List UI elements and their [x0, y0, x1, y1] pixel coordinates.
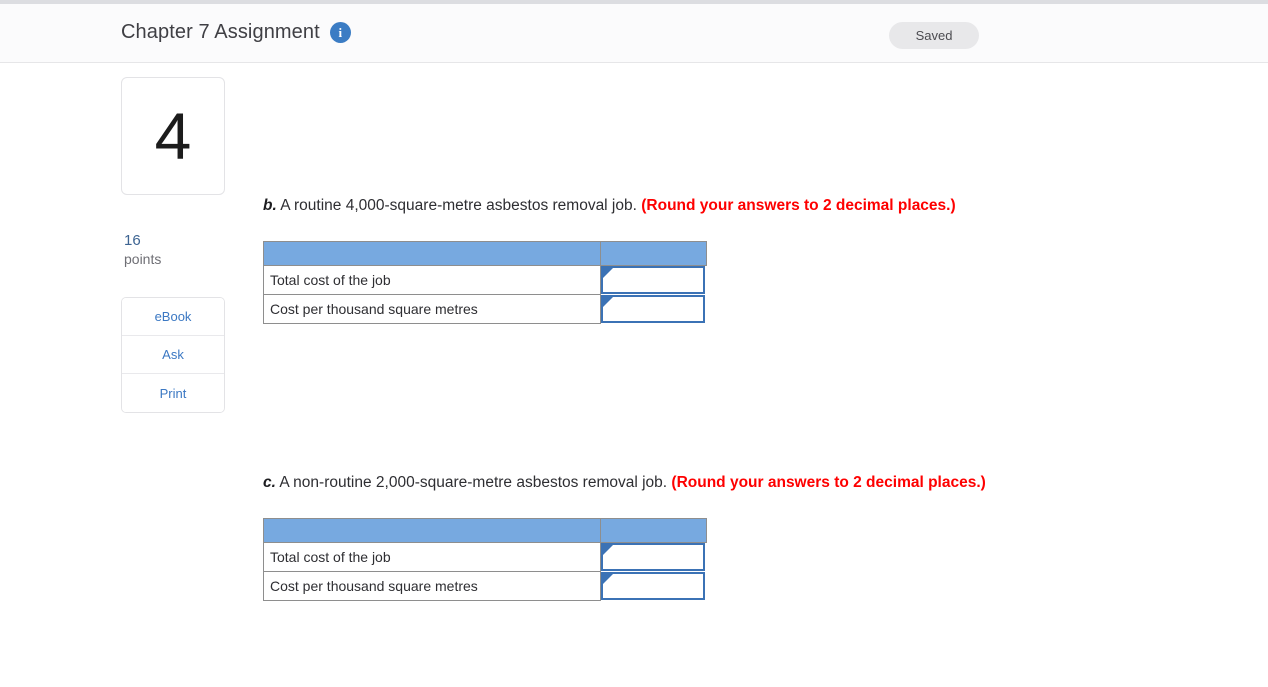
row-input-cell	[600, 571, 707, 601]
part-c-prompt: c. A non-routine 2,000-square-metre asbe…	[263, 472, 986, 494]
ebook-button[interactable]: eBook	[122, 298, 224, 336]
row-label: Total cost of the job	[263, 542, 601, 572]
tool-button-group: eBook Ask Print	[121, 297, 225, 413]
row-label: Total cost of the job	[263, 265, 601, 295]
answer-input-total-cost-b[interactable]	[612, 268, 703, 293]
ask-button[interactable]: Ask	[122, 336, 224, 374]
table-header-label-col	[263, 241, 601, 266]
answer-input-cost-per-thousand-c[interactable]	[612, 574, 703, 598]
answer-input-wrapper[interactable]	[601, 572, 705, 600]
table-header-value-col	[600, 518, 707, 543]
points-block: 16 points	[121, 231, 225, 269]
question-number-card: 4	[121, 77, 225, 195]
table-header-value-col	[600, 241, 707, 266]
part-c-block: c. A non-routine 2,000-square-metre asbe…	[263, 472, 986, 601]
table-header-label-col	[263, 518, 601, 543]
table-row: Total cost of the job	[263, 265, 707, 295]
answer-input-wrapper[interactable]	[601, 543, 705, 572]
info-icon[interactable]: i	[329, 22, 351, 43]
status-badge: Saved	[889, 22, 979, 49]
part-b-block: b. A routine 4,000-square-metre asbestos…	[263, 195, 956, 324]
table-header-row	[263, 241, 707, 266]
answer-input-wrapper[interactable]	[601, 295, 705, 323]
page-title: Chapter 7 Assignment	[121, 21, 320, 43]
part-c-answer-table: Total cost of the job Cost per thousand …	[263, 518, 707, 601]
table-row: Total cost of the job	[263, 542, 707, 572]
part-b-letter: b.	[263, 197, 277, 214]
row-input-cell	[600, 542, 707, 572]
part-c-prompt-text: A non-routine 2,000-square-metre asbesto…	[279, 474, 668, 491]
print-button[interactable]: Print	[122, 374, 224, 412]
question-rail: 4 16 points eBook Ask Print	[121, 77, 225, 413]
row-input-cell	[600, 265, 707, 295]
table-row: Cost per thousand square metres	[263, 294, 707, 324]
row-input-cell	[600, 294, 707, 324]
page-header: Chapter 7 Assignment i Saved	[0, 4, 1268, 63]
answer-input-total-cost-c[interactable]	[612, 545, 703, 570]
part-c-letter: c.	[263, 474, 276, 491]
part-b-prompt: b. A routine 4,000-square-metre asbestos…	[263, 195, 956, 217]
table-row: Cost per thousand square metres	[263, 571, 707, 601]
table-header-row	[263, 518, 707, 543]
header-title-group: Chapter 7 Assignment i	[121, 21, 351, 44]
answer-input-wrapper[interactable]	[601, 266, 705, 295]
part-b-answer-table: Total cost of the job Cost per thousand …	[263, 241, 707, 324]
part-b-prompt-text: A routine 4,000-square-metre asbestos re…	[280, 197, 637, 214]
part-b-round-note: (Round your answers to 2 decimal places.…	[641, 197, 956, 214]
answer-input-cost-per-thousand-b[interactable]	[612, 297, 703, 321]
points-value: 16	[124, 232, 141, 249]
row-label: Cost per thousand square metres	[263, 571, 601, 601]
question-number: 4	[154, 99, 192, 173]
row-label: Cost per thousand square metres	[263, 294, 601, 324]
part-c-round-note: (Round your answers to 2 decimal places.…	[671, 474, 986, 491]
points-label: points	[124, 251, 162, 267]
